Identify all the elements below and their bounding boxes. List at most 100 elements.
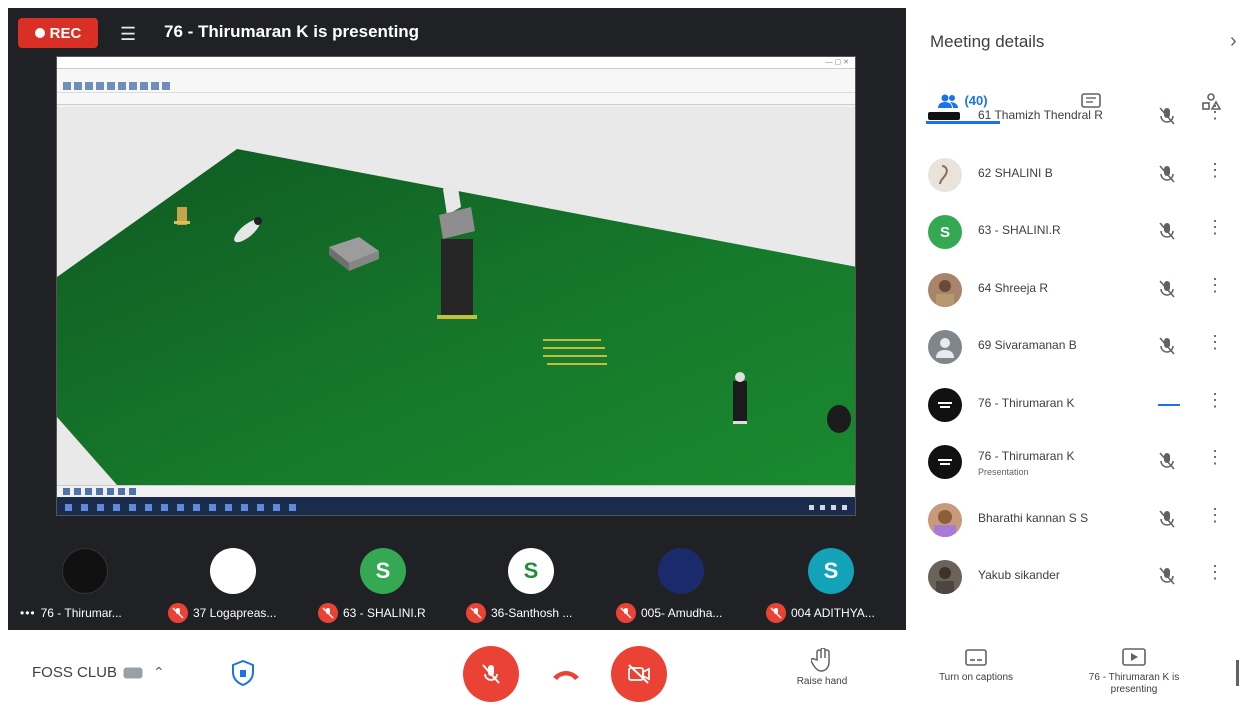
hand-icon bbox=[811, 648, 830, 672]
more-vert-icon[interactable]: ⋮ bbox=[1206, 390, 1224, 411]
taskbar-icon bbox=[225, 503, 232, 511]
mic-toggle-button[interactable] bbox=[463, 646, 519, 702]
mic-off-icon[interactable] bbox=[1156, 335, 1178, 362]
more-options-icon[interactable]: ••• bbox=[20, 606, 36, 620]
chevron-right-icon[interactable]: › bbox=[1230, 30, 1237, 53]
more-vert-icon[interactable]: ⋮ bbox=[1206, 447, 1224, 468]
more-vert-icon[interactable]: ⋮ bbox=[1206, 332, 1224, 353]
list-item[interactable]: 69 Sivaramanan B ⋮ bbox=[906, 318, 1245, 376]
list-item[interactable]: 76 - Thirumaran K Presentation ⋮ bbox=[906, 433, 1245, 491]
toolbar-icon bbox=[162, 81, 170, 90]
taskbar-icon bbox=[97, 503, 104, 511]
toolbar-icon bbox=[96, 81, 104, 90]
more-vert-icon[interactable]: ⋮ bbox=[1206, 562, 1224, 583]
taskbar-icon bbox=[81, 503, 88, 511]
participant-tile[interactable]: S 63 - SHALINI.R bbox=[310, 538, 458, 630]
tray-icon bbox=[842, 504, 847, 510]
presenter-title: 76 - Thirumaran K is presenting bbox=[164, 22, 420, 41]
mic-off-icon[interactable] bbox=[1156, 508, 1178, 535]
rec-label: REC bbox=[49, 24, 82, 42]
chevron-up-icon[interactable]: ⌃ bbox=[153, 664, 165, 681]
participant-tile[interactable]: S 004 ADITHYA... bbox=[758, 538, 906, 630]
shared-window-statusbar bbox=[57, 485, 855, 497]
raise-hand-label: Raise hand bbox=[796, 676, 848, 687]
avatar bbox=[658, 548, 704, 594]
captions-button[interactable]: Turn on captions bbox=[914, 648, 1038, 684]
main-stage: REC ☰ 76 - Thirumaran K is presenting — … bbox=[8, 8, 906, 630]
mic-off-icon[interactable] bbox=[1156, 565, 1178, 592]
status-icon bbox=[118, 488, 125, 495]
toolbar-icon bbox=[74, 81, 82, 90]
present-now-button[interactable]: 76 - Thirumaran K is presenting bbox=[1066, 648, 1202, 696]
layout-list-icon[interactable]: ☰ bbox=[120, 24, 136, 45]
avatar bbox=[928, 445, 962, 479]
overflow-edge bbox=[1236, 660, 1239, 686]
shared-screen: — ▢ ✕ bbox=[56, 56, 856, 516]
more-vert-icon[interactable]: ⋮ bbox=[1206, 160, 1224, 181]
list-item[interactable]: 62 SHALINI B ⋮ bbox=[906, 146, 1245, 204]
participant-name: Yakub sikander bbox=[978, 568, 1060, 582]
speaking-indicator bbox=[1158, 403, 1180, 406]
participant-name: 76 - Thirumaran K bbox=[978, 395, 1075, 410]
more-vert-icon[interactable]: ⋮ bbox=[1206, 275, 1224, 296]
avatar: S bbox=[808, 548, 854, 594]
participant-tile[interactable]: ••• 76 - Thirumar... bbox=[12, 538, 160, 630]
system-tray bbox=[809, 504, 847, 510]
avatar bbox=[928, 330, 962, 364]
tile-name: 76 - Thirumar... bbox=[40, 606, 122, 620]
list-item[interactable]: S 63 - SHALINI.R ⋮ bbox=[906, 203, 1245, 261]
participant-tile[interactable]: 37 Logapreas... bbox=[160, 538, 308, 630]
meeting-name[interactable]: FOSS CLUB ⌃ bbox=[32, 664, 165, 681]
presenting-label: 76 - Thirumaran K is presenting bbox=[1088, 672, 1180, 695]
participant-name: 69 Sivaramanan B bbox=[978, 338, 1077, 352]
taskbar-icon bbox=[289, 503, 296, 511]
tile-name-row: ••• 76 - Thirumar... bbox=[12, 602, 160, 624]
present-screen-icon bbox=[1122, 648, 1146, 666]
participant-name: 61 Thamizh Thendral R bbox=[978, 108, 1103, 122]
taskbar-icon bbox=[113, 503, 120, 511]
taskbar-icon bbox=[129, 503, 136, 511]
participant-strip: ••• 76 - Thirumar... 37 Logapreas... S 6… bbox=[8, 538, 906, 630]
toolbar-icon bbox=[151, 81, 159, 90]
avatar bbox=[62, 548, 108, 594]
raise-hand-button[interactable]: Raise hand bbox=[782, 648, 862, 688]
participant-name: 64 Shreeja R bbox=[978, 280, 1049, 295]
toolbar-icon bbox=[118, 81, 126, 90]
meet-window: REC ☰ 76 - Thirumaran K is presenting — … bbox=[0, 0, 1245, 717]
mic-off-icon bbox=[766, 603, 786, 623]
participant-tile[interactable]: S 36-Santhosh ... bbox=[458, 538, 606, 630]
tile-name-row: 004 ADITHYA... bbox=[758, 602, 906, 624]
taskbar-icon bbox=[193, 503, 200, 511]
mic-off-icon bbox=[318, 603, 338, 623]
taskbar-icon bbox=[145, 503, 152, 511]
list-item[interactable]: 61 Thamizh Thendral R ⋮ bbox=[906, 88, 1245, 146]
camera-toggle-button[interactable] bbox=[611, 646, 667, 702]
mic-off-icon[interactable] bbox=[1156, 220, 1178, 247]
avatar bbox=[210, 548, 256, 594]
more-vert-icon[interactable]: ⋮ bbox=[1206, 217, 1224, 238]
list-item[interactable]: Yakub sikander ⋮ bbox=[906, 548, 1245, 606]
avatar: S bbox=[508, 548, 554, 594]
mic-off-icon[interactable] bbox=[1156, 105, 1178, 132]
record-dot-icon bbox=[34, 28, 45, 38]
more-vert-icon[interactable]: ⋮ bbox=[1206, 505, 1224, 526]
avatar bbox=[928, 112, 960, 120]
participant-tile[interactable]: 005- Amudha... bbox=[608, 538, 756, 630]
tile-name-row: 37 Logapreas... bbox=[160, 602, 308, 624]
more-vert-icon[interactable]: ⋮ bbox=[1206, 102, 1224, 123]
mic-off-icon[interactable] bbox=[1156, 450, 1178, 477]
mic-off-icon[interactable] bbox=[1156, 278, 1178, 305]
panel-title: Meeting details bbox=[930, 32, 1045, 51]
list-item[interactable]: 76 - Thirumaran K ⋮ bbox=[906, 376, 1245, 434]
list-item[interactable]: 64 Shreeja R ⋮ bbox=[906, 261, 1245, 319]
shield-icon[interactable] bbox=[232, 659, 254, 691]
avatar bbox=[928, 272, 962, 307]
mic-off-icon bbox=[168, 603, 188, 623]
leave-call-button[interactable] bbox=[538, 646, 594, 702]
status-icon bbox=[129, 488, 136, 495]
tile-name: 37 Logapreas... bbox=[193, 606, 277, 620]
toolbar-icon bbox=[129, 81, 137, 90]
list-item[interactable]: Bharathi kannan S S ⋮ bbox=[906, 491, 1245, 549]
mic-off-icon[interactable] bbox=[1156, 163, 1178, 190]
status-icon bbox=[74, 488, 81, 495]
